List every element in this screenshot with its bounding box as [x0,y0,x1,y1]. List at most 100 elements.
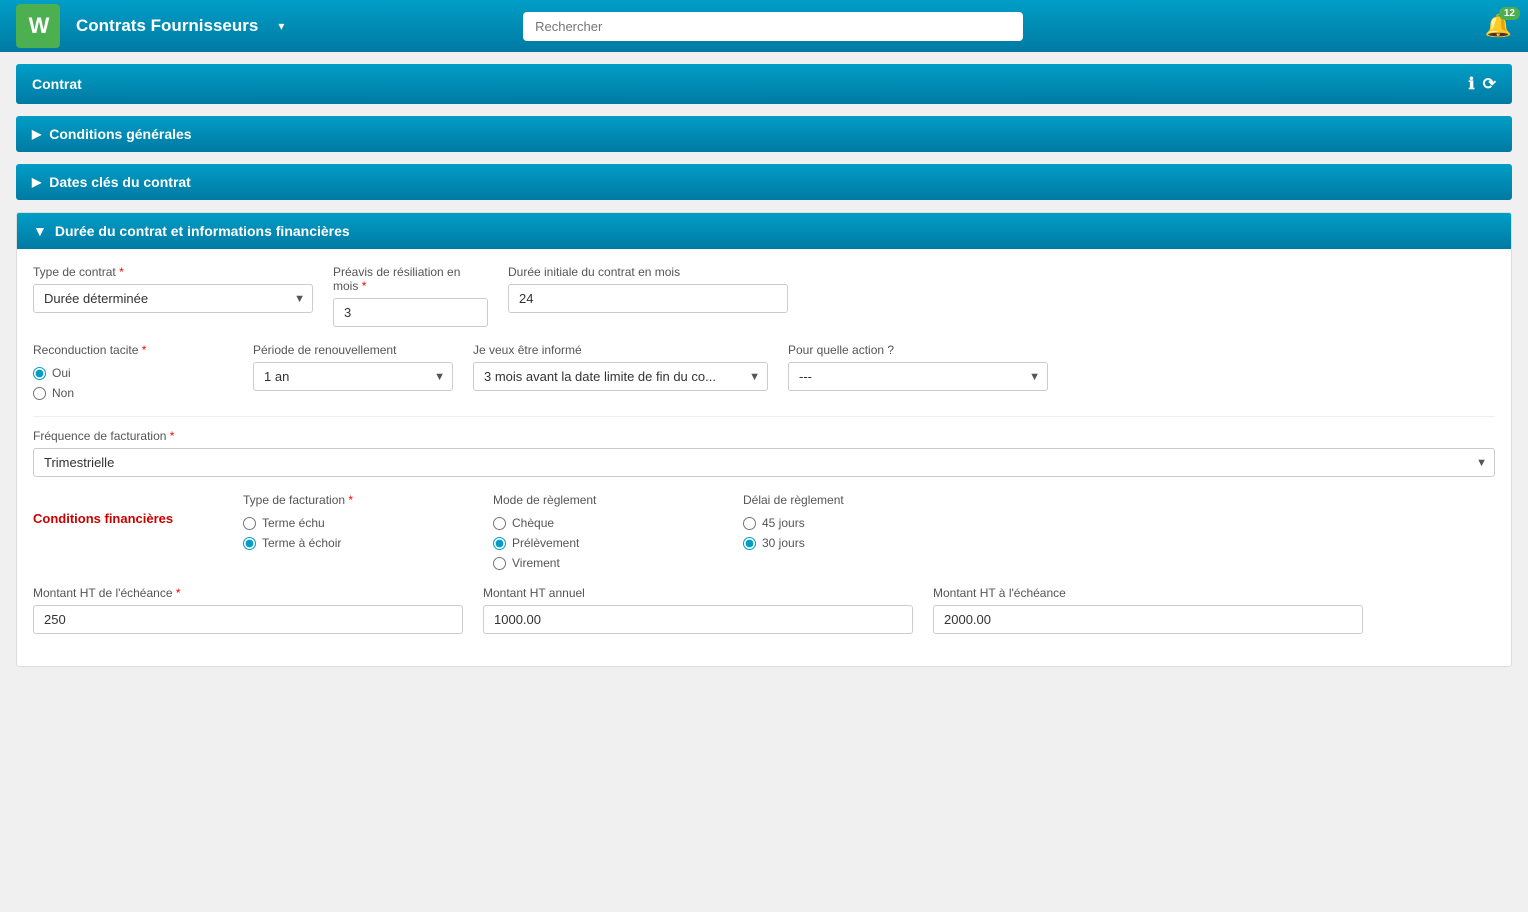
cheque-text: Chèque [512,516,554,530]
montant-annuel-input[interactable] [483,605,913,634]
prelevement-label[interactable]: Prélèvement [493,536,713,550]
preavis-label: Préavis de résiliation en mois * [333,265,488,293]
freq-select[interactable]: Mensuelle Trimestrielle Annuelle [33,448,1495,477]
fg-periode: Période de renouvellement 1 an 2 ans 3 a… [253,343,453,391]
search-box [523,12,1023,41]
reconduction-non-radio[interactable] [33,387,46,400]
terme-echoir-radio[interactable] [243,537,256,550]
reconduction-oui-text: Oui [52,366,71,380]
days-45-text: 45 jours [762,516,805,530]
app-title: Contrats Fournisseurs [76,16,258,36]
informe-select-wrap: 3 mois avant la date limite de fin du co… [473,362,768,391]
section-general-title: Conditions générales [49,126,191,142]
main-content: Contrat ℹ ⟳ ▶ Conditions générales ▶ Dat… [0,52,1528,691]
fg-duree-initiale: Durée initiale du contrat en mois [508,265,788,313]
fg-informe: Je veux être informé 3 mois avant la dat… [473,343,768,391]
fg-preavis: Préavis de résiliation en mois * [333,265,488,327]
reconduction-non-text: Non [52,386,74,400]
section-duree-header[interactable]: ▼ Durée du contrat et informations finan… [17,213,1511,249]
top-nav: W Contrats Fournisseurs ▾ 🔔 12 [0,0,1528,52]
conditions-title: Conditions financières [33,511,173,526]
terme-echu-text: Terme échu [262,516,325,530]
delai-label: Délai de règlement [743,493,963,507]
type-contrat-select[interactable]: Durée déterminée Durée indéterminée [33,284,313,313]
montant-annuel-label: Montant HT annuel [483,586,913,600]
cheque-radio[interactable] [493,517,506,530]
info-icon[interactable]: ℹ [1469,74,1475,94]
type-contrat-select-wrap: Durée déterminée Durée indéterminée ▼ [33,284,313,313]
section-dates-title: Dates clés du contrat [49,174,191,190]
terme-echu-radio[interactable] [243,517,256,530]
cheque-label[interactable]: Chèque [493,516,713,530]
virement-label[interactable]: Virement [493,556,713,570]
reconduction-oui-radio[interactable] [33,367,46,380]
preavis-input[interactable] [333,298,488,327]
days-30-radio[interactable] [743,537,756,550]
fg-freq: Fréquence de facturation * Mensuelle Tri… [33,429,1495,477]
action-select-wrap: --- ▼ [788,362,1048,391]
type-fact-radio-group: Terme échu Terme à échoir [243,516,463,550]
virement-text: Virement [512,556,560,570]
contrat-bar[interactable]: Contrat ℹ ⟳ [16,64,1512,104]
fg-mode-reglement: Mode de règlement Chèque Prélèvement [493,493,713,570]
montant-echeance-label: Montant HT à l'échéance [933,586,1363,600]
section-duree-title: Durée du contrat et informations financi… [55,223,350,239]
reconduction-label: Reconduction tacite * [33,343,233,357]
triangle-general: ▶ [32,127,41,141]
fg-montant-annuel: Montant HT annuel [483,586,913,634]
prelevement-text: Prélèvement [512,536,579,550]
periode-label: Période de renouvellement [253,343,453,357]
fg-action: Pour quelle action ? --- ▼ [788,343,1048,391]
mode-radio-group: Chèque Prélèvement Virement [493,516,713,570]
montant-input[interactable] [33,605,463,634]
reconduction-non-label[interactable]: Non [33,386,233,400]
action-select[interactable]: --- [788,362,1048,391]
section-general-bar[interactable]: ▶ Conditions générales [16,116,1512,152]
informe-select[interactable]: 3 mois avant la date limite de fin du co… [473,362,768,391]
contrat-bar-title: Contrat [32,76,82,92]
duree-label: Durée initiale du contrat en mois [508,265,788,279]
notification-bell[interactable]: 🔔 12 [1485,13,1512,39]
bell-badge: 12 [1499,7,1520,20]
section-duree-panel: ▼ Durée du contrat et informations finan… [16,212,1512,667]
montant-echeance-input[interactable] [933,605,1363,634]
informe-label: Je veux être informé [473,343,768,357]
section-dates-bar[interactable]: ▶ Dates clés du contrat [16,164,1512,200]
montant-label: Montant HT de l'échéance * [33,586,463,600]
periode-select[interactable]: 1 an 2 ans 3 ans [253,362,453,391]
reconduction-oui-label[interactable]: Oui [33,366,233,380]
fg-reconduction: Reconduction tacite * Oui Non [33,343,233,400]
terme-echoir-text: Terme à échoir [262,536,341,550]
form-row-conditions: Conditions financières Type de facturati… [33,493,1495,570]
type-fact-label: Type de facturation * [243,493,463,507]
triangle-duree: ▼ [33,223,47,239]
days-45-label[interactable]: 45 jours [743,516,963,530]
terme-echu-label[interactable]: Terme échu [243,516,463,530]
app-title-arrow[interactable]: ▾ [278,19,284,33]
freq-select-wrap: Mensuelle Trimestrielle Annuelle ▼ [33,448,1495,477]
section-duree-body: Type de contrat * Durée déterminée Durée… [17,249,1511,666]
divider-1 [33,416,1495,417]
form-row-1: Type de contrat * Durée déterminée Durée… [33,265,1495,327]
search-input[interactable] [523,12,1023,41]
app-logo[interactable]: W [16,4,60,48]
action-label: Pour quelle action ? [788,343,1048,357]
virement-radio[interactable] [493,557,506,570]
reconduction-radio-group: Oui Non [33,366,233,400]
prelevement-radio[interactable] [493,537,506,550]
conditions-financieres: Conditions financières [33,493,213,526]
days-30-label[interactable]: 30 jours [743,536,963,550]
fg-delai-reglement: Délai de règlement 45 jours 30 jours [743,493,963,550]
form-row-2: Reconduction tacite * Oui Non [33,343,1495,400]
days-30-text: 30 jours [762,536,805,550]
terme-echoir-label[interactable]: Terme à échoir [243,536,463,550]
days-45-radio[interactable] [743,517,756,530]
freq-label: Fréquence de facturation * [33,429,1495,443]
fg-montant-ht: Montant HT de l'échéance * [33,586,463,634]
form-row-freq: Fréquence de facturation * Mensuelle Tri… [33,429,1495,477]
duree-input[interactable] [508,284,788,313]
history-icon[interactable]: ⟳ [1483,74,1496,94]
delai-radio-group: 45 jours 30 jours [743,516,963,550]
fg-type-contrat: Type de contrat * Durée déterminée Durée… [33,265,313,313]
mode-label: Mode de règlement [493,493,713,507]
